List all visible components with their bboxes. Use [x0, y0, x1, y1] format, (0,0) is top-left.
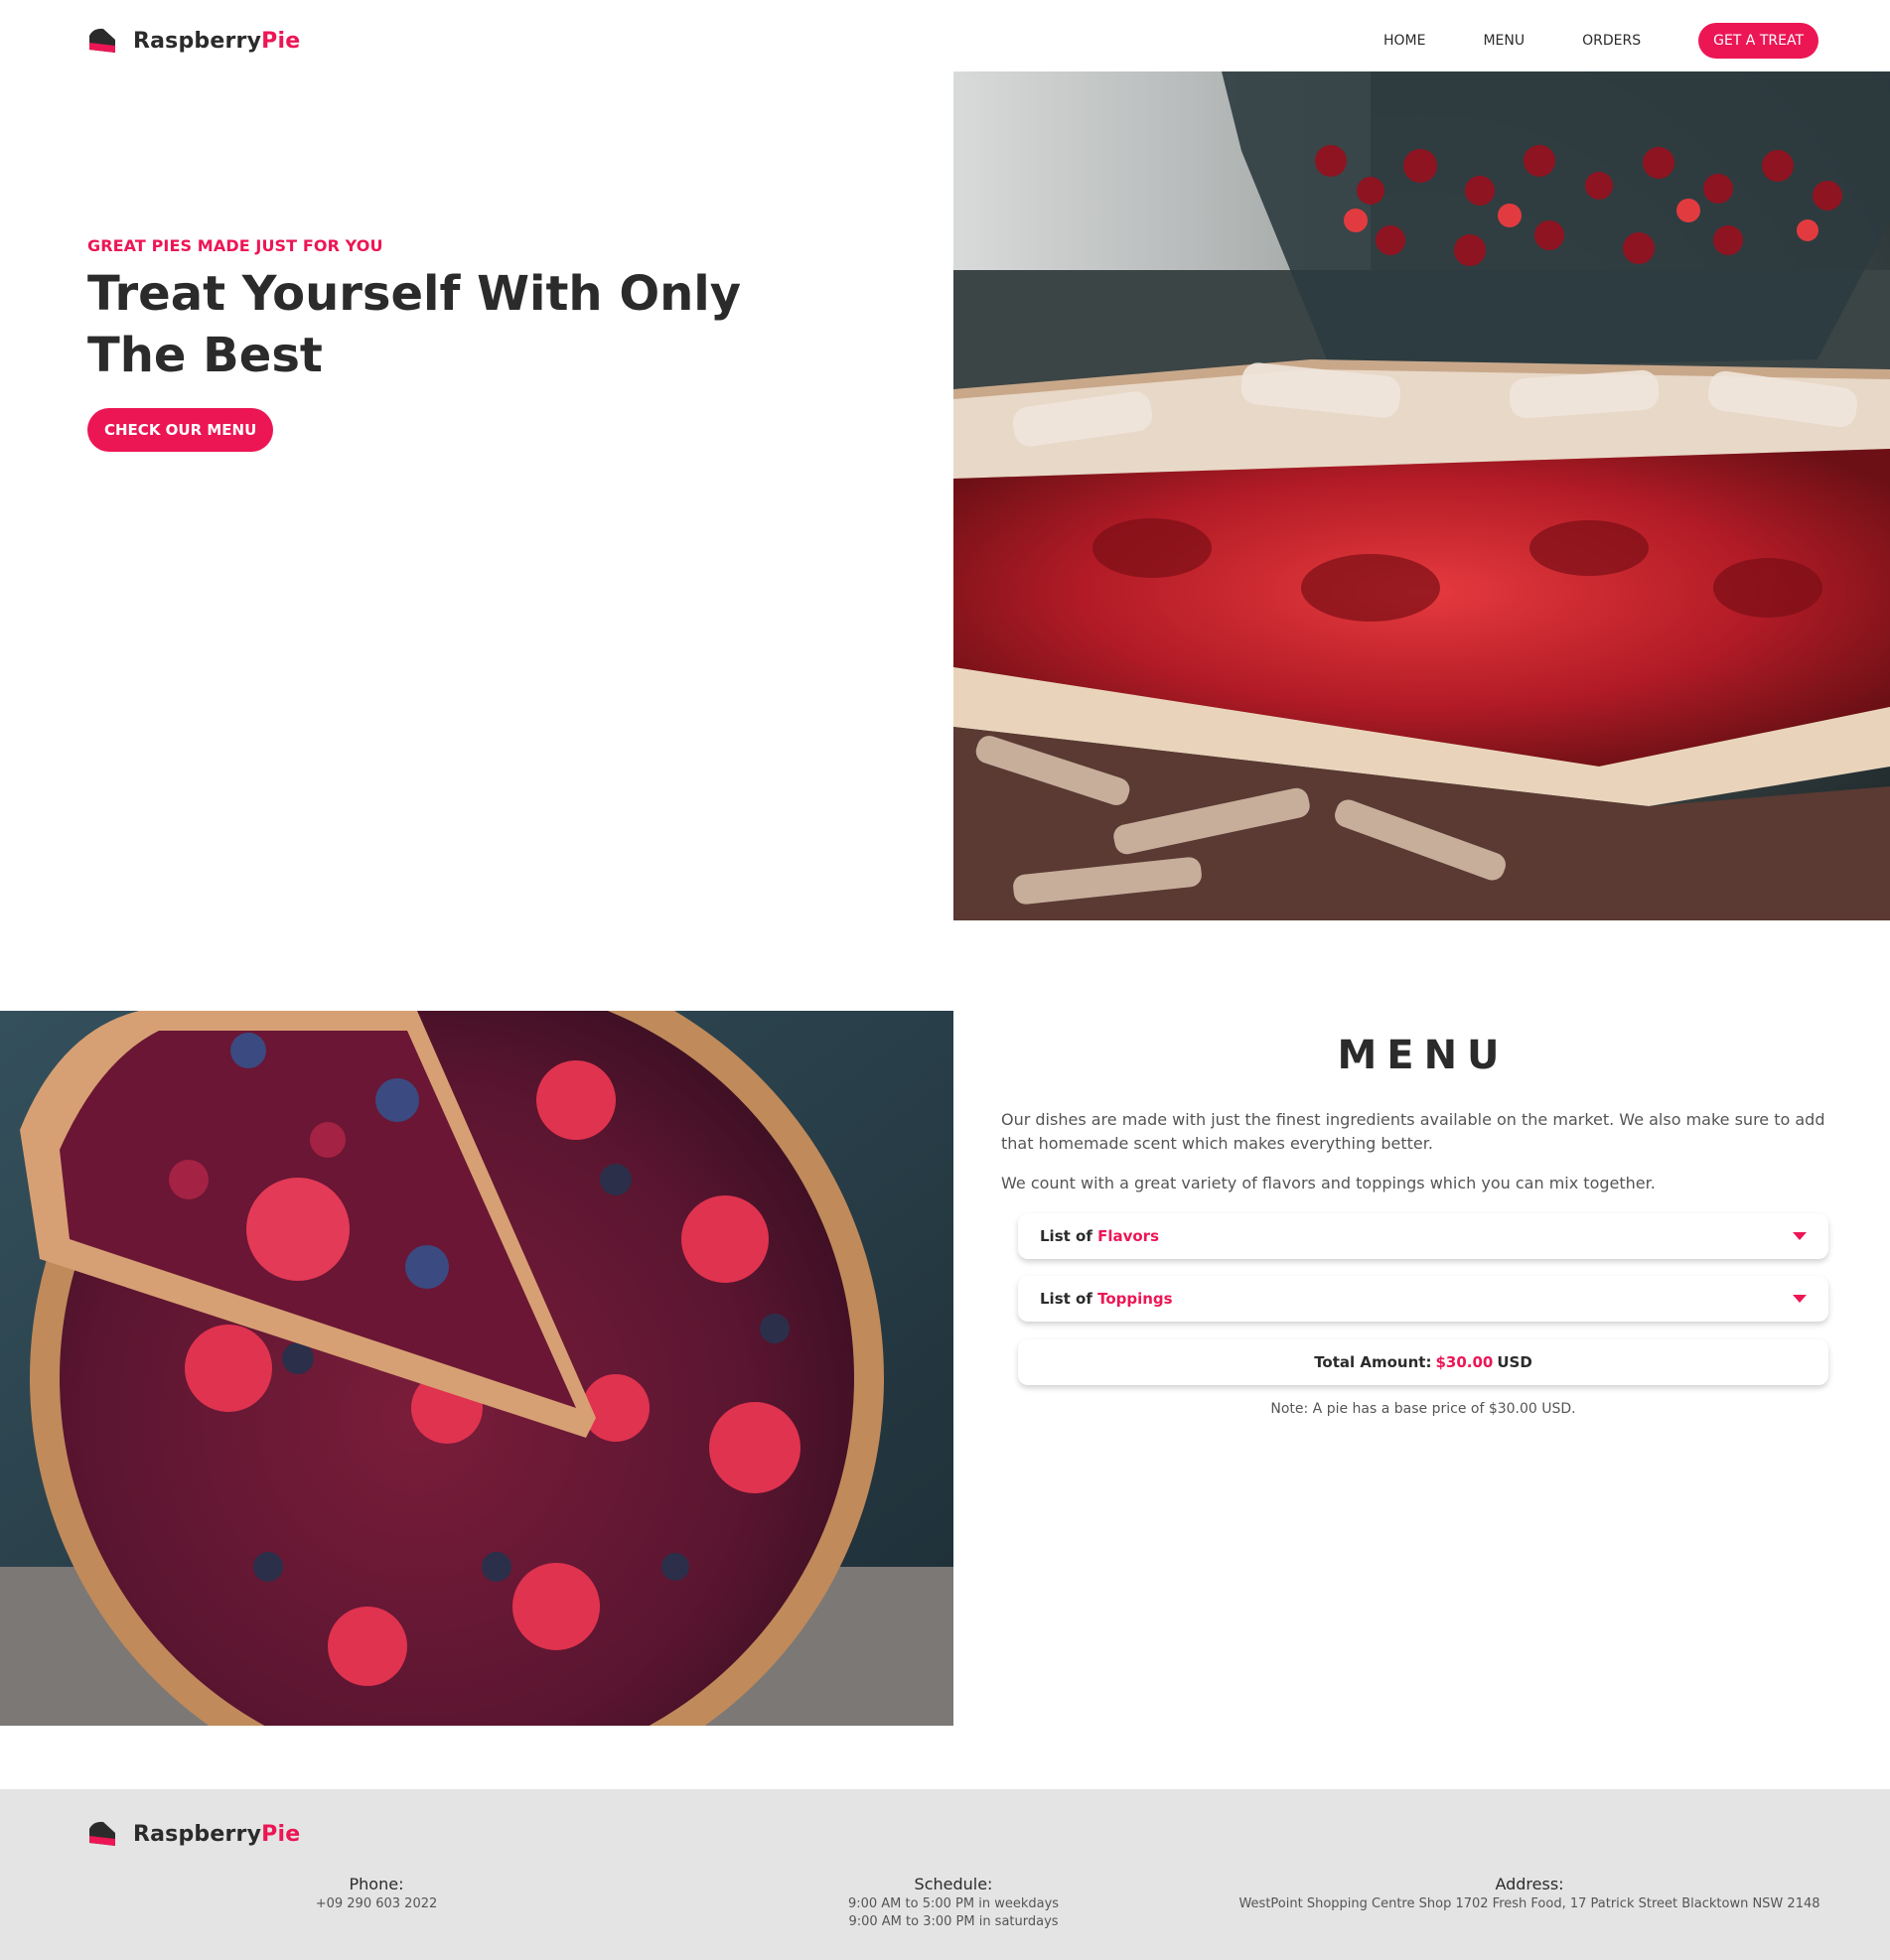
flavors-dropdown[interactable]: List of Flavors [1018, 1213, 1828, 1259]
cherry-lattice-pie-photo [953, 71, 1890, 920]
check-our-menu-button[interactable]: CHECK OUR MENU [87, 408, 274, 452]
total-amount: $30.00 [1435, 1353, 1494, 1371]
nav-home-link[interactable]: HOME [1383, 33, 1425, 49]
toppings-dropdown-label: List of Toppings [1040, 1290, 1173, 1308]
pie-slice-icon [89, 1821, 115, 1846]
nav-menu-link[interactable]: MENU [1483, 33, 1525, 49]
menu-description: Our dishes are made with just the finest… [1001, 1110, 1825, 1153]
top-nav: RaspberryPie HOME MENU ORDERS GET A TREA… [0, 0, 1890, 71]
flavors-dropdown-label: List of Flavors [1040, 1227, 1160, 1245]
berry-pie-slice-photo [0, 1011, 953, 1726]
menu-section: MENU Our dishes are made with just the f… [1001, 1033, 1845, 1417]
footer-brand-logo[interactable]: RaspberryPie [87, 1819, 300, 1849]
schedule-weekdays: 9:00 AM to 5:00 PM in weekdays [847, 1896, 1060, 1911]
hero-eyebrow: GREAT PIES MADE JUST FOR YOU [87, 236, 383, 255]
brand-logo-link[interactable]: RaspberryPie [87, 26, 300, 56]
total-amount-box: Total Amount: $30.00 USD [1018, 1339, 1828, 1385]
footer-phone: Phone: +09 290 603 2022 [277, 1875, 476, 1913]
toppings-dropdown[interactable]: List of Toppings [1018, 1276, 1828, 1322]
hero-title: Treat Yourself With Only The Best [87, 266, 742, 383]
schedule-title: Schedule: [914, 1875, 993, 1893]
nav-links: HOME MENU ORDERS GET A TREAT [1326, 23, 1818, 59]
phone-value[interactable]: +09 290 603 2022 [277, 1895, 476, 1913]
total-currency: USD [1497, 1353, 1532, 1371]
brand-name: RaspberryPie [133, 1821, 301, 1847]
footer: RaspberryPie Phone: +09 290 603 2022 Sch… [0, 1789, 1890, 1960]
base-price-note: Note: A pie has a base price of $30.00 U… [1270, 1401, 1576, 1417]
brand-name: RaspberryPie [133, 28, 301, 54]
hero-section: GREAT PIES MADE JUST FOR YOU Treat Yours… [87, 236, 842, 452]
schedule-saturdays: 9:00 AM to 3:00 PM in saturdays [848, 1914, 1059, 1929]
footer-address: Address: WestPoint Shopping Centre Shop … [1232, 1875, 1827, 1913]
address-title: Address: [1495, 1875, 1564, 1893]
nav-orders-link[interactable]: ORDERS [1582, 33, 1641, 49]
total-label: Total Amount: [1314, 1353, 1432, 1371]
menu-description-2: We count with a great variety of flavors… [1001, 1174, 1656, 1192]
caret-down-icon [1793, 1295, 1807, 1303]
menu-heading: MENU [1337, 1033, 1510, 1078]
caret-down-icon [1793, 1232, 1807, 1240]
get-a-treat-button[interactable]: GET A TREAT [1698, 23, 1818, 59]
address-value: WestPoint Shopping Centre Shop 1702 Fres… [1238, 1896, 1820, 1911]
phone-title: Phone: [349, 1875, 404, 1893]
pie-slice-icon [89, 28, 115, 53]
footer-schedule: Schedule: 9:00 AM to 5:00 PM in weekdays… [804, 1875, 1102, 1931]
